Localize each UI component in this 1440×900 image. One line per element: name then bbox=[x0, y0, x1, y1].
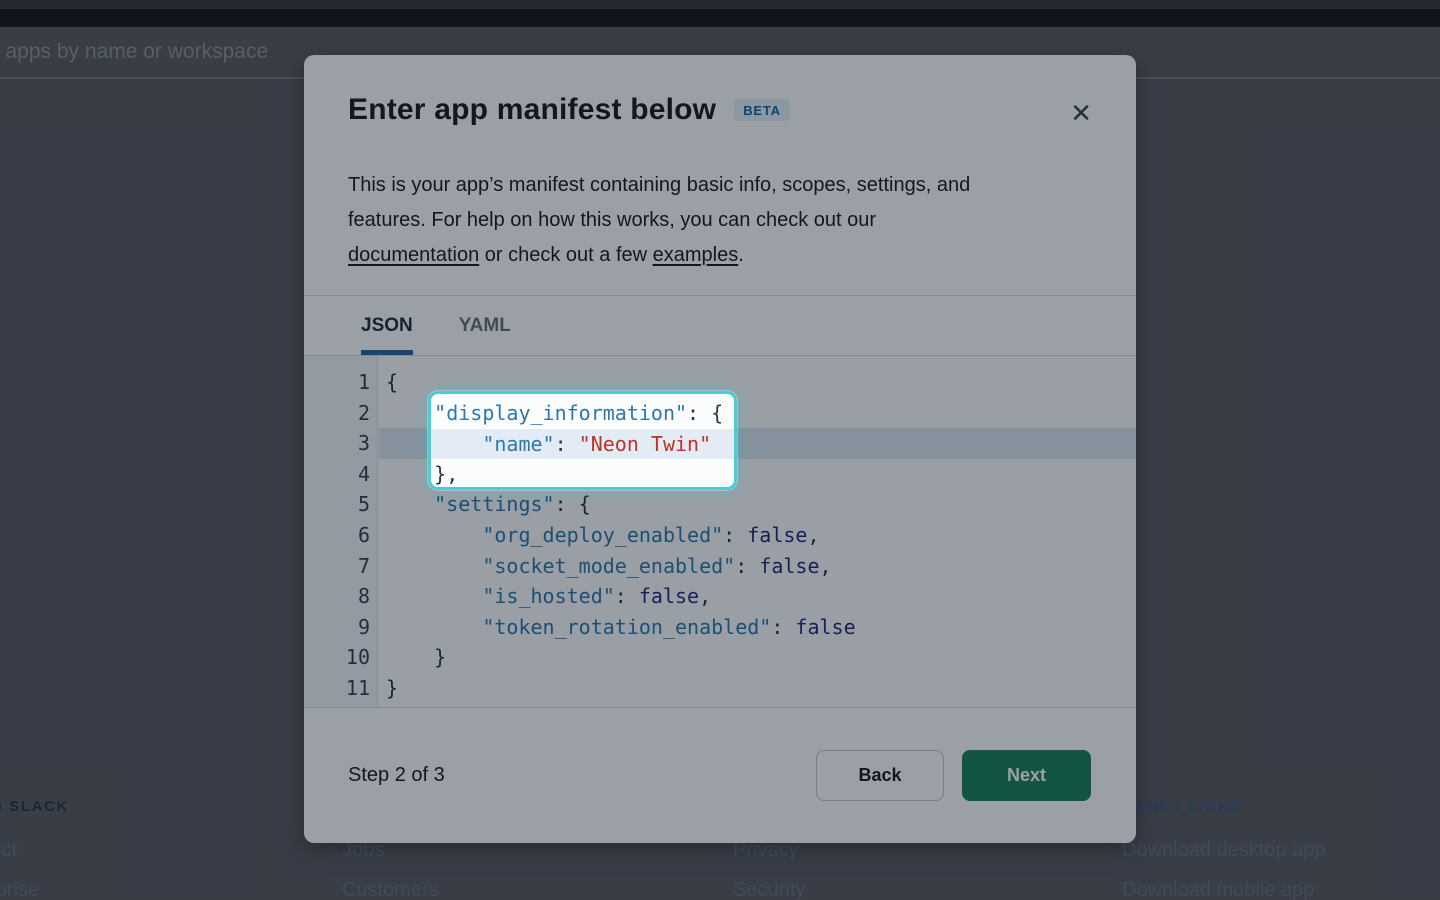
modal-description: This is your app’s manifest containing b… bbox=[348, 168, 1108, 273]
line-number: 1 bbox=[304, 367, 379, 398]
tab-yaml[interactable]: YAML bbox=[459, 296, 511, 355]
code-token: } bbox=[434, 645, 446, 669]
line-number: 8 bbox=[304, 581, 379, 612]
tab-bar: JSON YAML bbox=[361, 296, 511, 355]
code-token: : { bbox=[555, 492, 591, 516]
code-token: "socket_mode_enabled" bbox=[482, 554, 735, 578]
code-token: "name" bbox=[482, 432, 554, 456]
code-token: "Neon Twin" bbox=[579, 432, 711, 456]
line-number: 5 bbox=[304, 489, 379, 520]
code-token: , bbox=[820, 554, 832, 578]
code-token bbox=[386, 645, 434, 669]
code-token: : bbox=[771, 615, 795, 639]
footer-link[interactable]: Product bbox=[0, 839, 69, 862]
code-token: : { bbox=[687, 401, 723, 425]
back-button[interactable]: Back bbox=[816, 750, 944, 801]
tab-json[interactable]: JSON bbox=[361, 296, 413, 355]
line-number: 11 bbox=[304, 673, 379, 704]
code-token: false bbox=[747, 523, 807, 547]
line-number: 9 bbox=[304, 612, 379, 643]
spotlight-code-line: "name": "Neon Twin" bbox=[428, 429, 737, 460]
description-text: or check out a few bbox=[479, 244, 652, 266]
line-number: 7 bbox=[304, 551, 379, 582]
line-number: 6 bbox=[304, 520, 379, 551]
top-nav-bar bbox=[0, 0, 1440, 27]
code-token: , bbox=[699, 584, 711, 608]
code-line: 6 "org_deploy_enabled": false, bbox=[304, 520, 1136, 551]
line-number: 10 bbox=[304, 642, 379, 673]
footer-link[interactable]: Download desktop app bbox=[1122, 839, 1325, 862]
spotlight-highlight-box: "display_information": { "name": "Neon T… bbox=[428, 391, 737, 490]
modal-footer: Step 2 of 3 Back Next bbox=[304, 708, 1136, 843]
code-line: 9 "token_rotation_enabled": false bbox=[304, 612, 1136, 643]
code-token: "display_information" bbox=[434, 401, 687, 425]
code-token: : bbox=[723, 523, 747, 547]
code-token: , bbox=[807, 523, 819, 547]
next-button[interactable]: Next bbox=[962, 750, 1091, 801]
code-line: 8 "is_hosted": false, bbox=[304, 581, 1136, 612]
line-number: 2 bbox=[304, 398, 379, 429]
footer-buttons: Back Next bbox=[816, 750, 1091, 801]
code-token: "settings" bbox=[434, 492, 554, 516]
code-token bbox=[386, 584, 482, 608]
code-token: : bbox=[735, 554, 759, 578]
code-line: 7 "socket_mode_enabled": false, bbox=[304, 551, 1136, 582]
step-indicator: Step 2 of 3 bbox=[348, 764, 445, 787]
description-text: . bbox=[738, 244, 744, 266]
spotlight-code-line: "display_information": { bbox=[428, 398, 737, 429]
code-token bbox=[386, 401, 434, 425]
description-text: This is your app’s manifest containing b… bbox=[348, 174, 970, 196]
footer-link[interactable]: Customers bbox=[342, 879, 439, 900]
code-token bbox=[386, 554, 482, 578]
code-content: "settings": { bbox=[379, 489, 1136, 520]
code-token bbox=[428, 432, 482, 456]
footer-link[interactable]: Security bbox=[733, 879, 805, 900]
code-token: { bbox=[386, 370, 398, 394]
code-line: 10 } bbox=[304, 642, 1136, 673]
code-token: "is_hosted" bbox=[482, 584, 614, 608]
code-token: false bbox=[759, 554, 819, 578]
line-number: 4 bbox=[304, 459, 379, 490]
code-token: false bbox=[795, 615, 855, 639]
line-number: 3 bbox=[304, 428, 379, 459]
code-token bbox=[386, 492, 434, 516]
code-token: "org_deploy_enabled" bbox=[482, 523, 723, 547]
code-content: "is_hosted": false, bbox=[379, 581, 1136, 612]
code-content: } bbox=[379, 642, 1136, 673]
search-placeholder: Filter apps by name or workspace bbox=[0, 40, 268, 64]
footer-heading: HANDY LINKS bbox=[1122, 798, 1325, 818]
spotlight-code: "display_information": { "name": "Neon T… bbox=[428, 398, 737, 490]
code-line: 5 "settings": { bbox=[304, 489, 1136, 520]
code-content: "org_deploy_enabled": false, bbox=[379, 520, 1136, 551]
code-token: : bbox=[555, 432, 579, 456]
modal-title: Enter app manifest below bbox=[348, 93, 716, 127]
close-icon[interactable]: ✕ bbox=[1070, 101, 1092, 127]
code-line: 11} bbox=[304, 673, 1136, 704]
beta-badge: BETA bbox=[734, 99, 790, 121]
code-token: }, bbox=[434, 462, 458, 486]
code-token: "token_rotation_enabled" bbox=[482, 615, 771, 639]
code-token bbox=[386, 523, 482, 547]
code-content: } bbox=[379, 673, 1136, 704]
footer-column: HANDY LINKS Download desktop app Download … bbox=[1122, 798, 1325, 900]
code-token: false bbox=[639, 584, 699, 608]
spotlight-code-line: }, bbox=[428, 459, 737, 490]
code-token bbox=[386, 615, 482, 639]
documentation-link[interactable]: documentation bbox=[348, 244, 479, 266]
description-text: features. For help on how this works, yo… bbox=[348, 209, 876, 231]
footer-link[interactable]: Download mobile app bbox=[1122, 879, 1325, 900]
footer-heading: USING SLACK bbox=[0, 798, 69, 818]
footer-link[interactable]: Enterprise bbox=[0, 879, 69, 900]
examples-link[interactable]: examples bbox=[653, 244, 739, 266]
code-token bbox=[386, 462, 434, 486]
code-content: "token_rotation_enabled": false bbox=[379, 612, 1136, 643]
footer-column: USING SLACK Product Enterprise bbox=[0, 798, 69, 900]
modal-header: Enter app manifest below BETA bbox=[348, 93, 1046, 127]
code-token: : bbox=[615, 584, 639, 608]
code-content: "socket_mode_enabled": false, bbox=[379, 551, 1136, 582]
code-token: } bbox=[386, 676, 398, 700]
